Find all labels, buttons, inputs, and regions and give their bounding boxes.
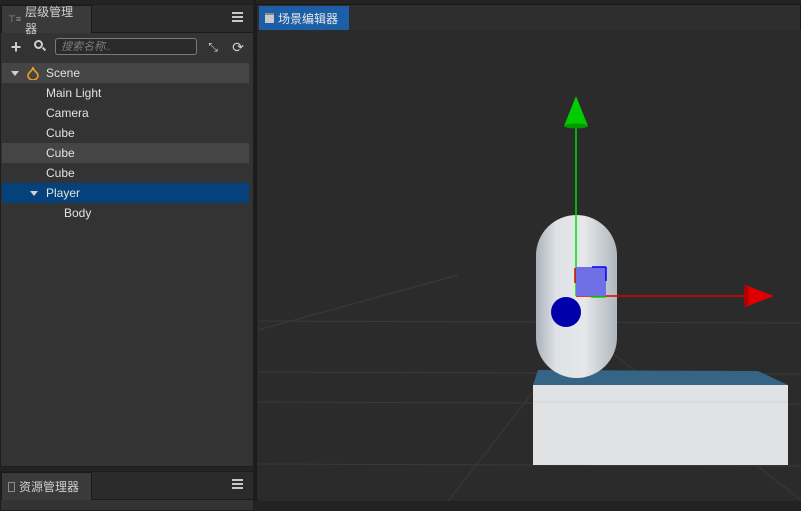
scene-viewport[interactable] (258, 30, 801, 501)
plus-icon[interactable]: + (6, 37, 26, 58)
ground-cube (533, 370, 788, 465)
assets-icon (8, 481, 15, 492)
tab-scene-editor[interactable]: 场景编辑器 (259, 6, 349, 30)
tab-scene-editor-label: 场景编辑器 (278, 11, 339, 26)
hamburger-menu-icon[interactable] (232, 479, 243, 489)
scene-canvas[interactable] (258, 30, 801, 501)
tree-item-label: Camera (46, 106, 89, 120)
tab-assets[interactable]: 资源管理器 (1, 472, 92, 500)
collapse-arrows-icon[interactable]: ⤡ (203, 40, 223, 55)
tree-item-label: Cube (46, 146, 75, 160)
tree-item-cube-1[interactable]: Cube (2, 123, 249, 143)
tree-item-camera[interactable]: Camera (2, 103, 249, 123)
hierarchy-icon: ⊤≡ (8, 14, 22, 24)
assets-panel: 资源管理器 (0, 471, 254, 511)
scene-flame-icon (27, 66, 39, 80)
y-axis-arrow-icon[interactable] (564, 96, 588, 126)
transform-gizmo[interactable] (564, 96, 774, 307)
hierarchy-tree: Scene Main Light Camera Cube Cube Cube P… (2, 63, 249, 223)
tab-hierarchy[interactable]: ⊤≡ 层级管理器 (1, 5, 92, 36)
tree-item-main-light[interactable]: Main Light (2, 83, 249, 103)
tree-item-body[interactable]: Body (2, 203, 249, 223)
tree-item-cube-3[interactable]: Cube (2, 163, 249, 183)
search-input[interactable] (55, 38, 197, 55)
tree-item-label: Cube (46, 166, 75, 180)
hamburger-menu-icon[interactable] (232, 12, 243, 22)
tree-item-scene[interactable]: Scene (2, 63, 249, 83)
expand-caret-icon[interactable] (30, 191, 38, 196)
player-eye (551, 297, 581, 327)
expand-caret-icon[interactable] (11, 71, 19, 76)
panel-splitter[interactable] (254, 0, 256, 501)
magnifier-handle (41, 46, 47, 52)
scene-editor-icon (265, 13, 274, 23)
tree-item-cube-2[interactable]: Cube (2, 143, 249, 163)
hierarchy-toolbar: + ⤡ ⟳ (1, 33, 253, 61)
hierarchy-panel: ⊤≡ 层级管理器 + ⤡ ⟳ Scene Main Light Camera C… (0, 4, 254, 467)
tree-item-label: Cube (46, 126, 75, 140)
tree-item-player[interactable]: Player (2, 183, 249, 203)
tree-item-label: Main Light (46, 86, 102, 100)
tab-hierarchy-label: 层级管理器 (25, 4, 74, 36)
ground-cube-front (533, 385, 788, 465)
hierarchy-tabbar: ⊤≡ 层级管理器 (1, 5, 253, 36)
tree-item-label: Player (46, 186, 81, 200)
scene-editor-tabbar: 场景编辑器 (257, 5, 800, 31)
tab-assets-label: 资源管理器 (19, 480, 80, 494)
refresh-icon[interactable]: ⟳ (228, 39, 248, 56)
x-axis-arrow-icon[interactable] (745, 285, 774, 307)
plane-handle[interactable] (576, 267, 606, 296)
tree-item-label: Body (64, 206, 92, 220)
tree-item-label: Scene (46, 66, 81, 80)
assets-tabbar: 资源管理器 (1, 472, 253, 500)
